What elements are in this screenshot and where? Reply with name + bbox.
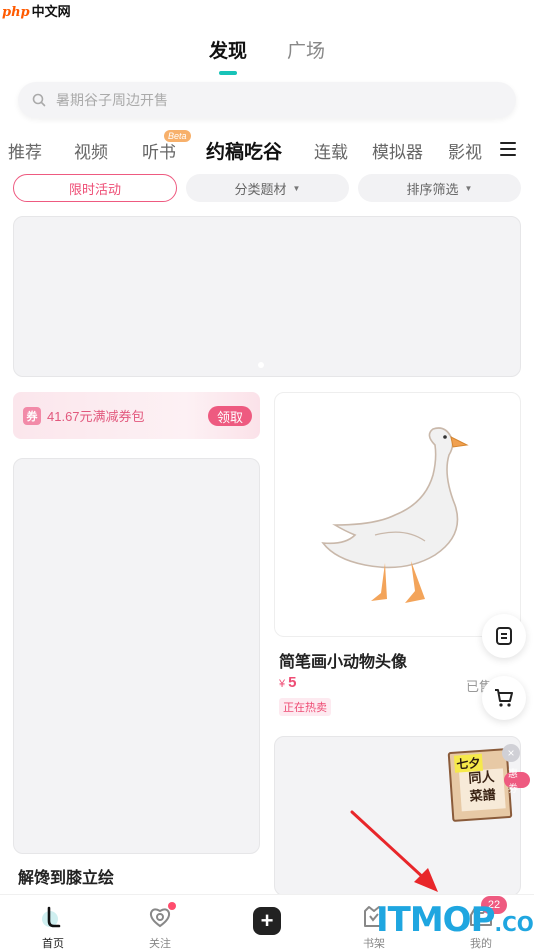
claim-coupon-button[interactable]: 领取 xyxy=(208,406,252,426)
menu-icon[interactable] xyxy=(500,142,516,156)
hot-sale-tag: 正在热卖 xyxy=(279,698,331,716)
bookshelf-icon xyxy=(360,903,388,931)
promo-inner: 同人 菜譜 xyxy=(459,768,506,812)
category-tabs: 推荐 视频 听书 Beta 约稿吃谷 连载 模拟器 影视 xyxy=(0,130,534,164)
filter-limited-event[interactable]: 限时活动 xyxy=(13,174,177,202)
product-price: ¥5 xyxy=(279,674,296,691)
watermark-php: php xyxy=(2,5,30,20)
coupon-text: 41.67元满减券包 xyxy=(47,409,145,424)
filter-sort-label: 排序筛选 xyxy=(406,181,459,197)
promo-sticker[interactable]: 同人 菜譜 七夕 × 惠券 xyxy=(446,744,530,824)
category-video[interactable]: 视频 xyxy=(74,138,108,163)
promo-card: 同人 菜譜 七夕 xyxy=(447,747,513,823)
floating-cart-button[interactable] xyxy=(482,676,526,720)
notification-dot xyxy=(168,902,176,910)
home-icon xyxy=(39,903,67,931)
tab-label: 首页 xyxy=(42,938,64,950)
promo-corner-text: 七夕 xyxy=(453,753,484,773)
category-simulator[interactable]: 模拟器 xyxy=(372,138,423,163)
watermark-cn: 中文网 xyxy=(31,5,71,20)
beta-badge: Beta xyxy=(164,130,191,142)
banner-carousel[interactable] xyxy=(13,216,521,377)
message-count-badge: 22 xyxy=(481,896,507,914)
profile-icon: 22 xyxy=(467,896,507,931)
tab-label: 我的 xyxy=(470,938,492,950)
bottom-tab-bar: 首页 关注 + 书架 22 我的 xyxy=(0,894,534,950)
tab-bookshelf[interactable]: 书架 xyxy=(334,895,414,950)
product-title[interactable]: 简笔画小动物头像 xyxy=(279,648,407,672)
coupon-bar[interactable]: 券 41.67元满减券包 领取 xyxy=(13,392,260,439)
category-commission[interactable]: 约稿吃谷 xyxy=(206,137,282,164)
filter-category-label: 分类题材 xyxy=(234,181,287,197)
search-placeholder: 暑期谷子周边开售 xyxy=(56,92,168,108)
search-icon xyxy=(32,93,46,107)
floating-note-button[interactable] xyxy=(482,614,526,658)
category-recommend[interactable]: 推荐 xyxy=(8,138,42,163)
caret-down-icon: ▼ xyxy=(464,183,473,193)
tab-home[interactable]: 首页 xyxy=(13,895,93,950)
filter-row: 限时活动 分类题材 ▼ 排序筛选 ▼ xyxy=(0,174,534,202)
note-icon xyxy=(496,627,512,645)
category-film[interactable]: 影视 xyxy=(448,138,482,163)
heart-icon xyxy=(146,902,176,931)
product-card-goose[interactable] xyxy=(274,392,521,637)
filter-category-dropdown[interactable]: 分类题材 ▼ xyxy=(186,174,349,202)
cart-icon xyxy=(495,689,513,707)
filter-sort-dropdown[interactable]: 排序筛选 ▼ xyxy=(358,174,521,202)
tab-follow[interactable]: 关注 xyxy=(120,895,200,950)
add-icon: + xyxy=(253,907,281,935)
product-title[interactable]: 解馋到膝立绘 xyxy=(18,864,114,888)
tab-label: 关注 xyxy=(149,938,171,950)
top-tab-bar: 发现 广场 xyxy=(0,36,534,75)
search-bar[interactable]: 暑期谷子周边开售 xyxy=(18,82,516,118)
tab-discover[interactable]: 发现 xyxy=(209,36,247,75)
product-card-image[interactable] xyxy=(13,458,260,854)
price-value: 5 xyxy=(288,674,297,691)
promo-line2: 菜譜 xyxy=(469,787,497,805)
tab-create[interactable]: + xyxy=(227,895,307,950)
coupon-icon: 券 xyxy=(23,406,41,425)
tab-plaza[interactable]: 广场 xyxy=(287,36,325,75)
carousel-indicator xyxy=(258,362,264,368)
close-icon[interactable]: × xyxy=(502,744,520,762)
goose-illustration xyxy=(321,427,469,603)
category-serial[interactable]: 连载 xyxy=(314,138,348,163)
php-watermark: php 中文网 xyxy=(2,1,71,20)
caret-down-icon: ▼ xyxy=(292,183,301,193)
promo-badge: 惠券 xyxy=(504,769,530,795)
tab-mine[interactable]: 22 我的 xyxy=(441,895,521,950)
currency-symbol: ¥ xyxy=(279,678,286,690)
tab-label: 书架 xyxy=(363,938,385,950)
